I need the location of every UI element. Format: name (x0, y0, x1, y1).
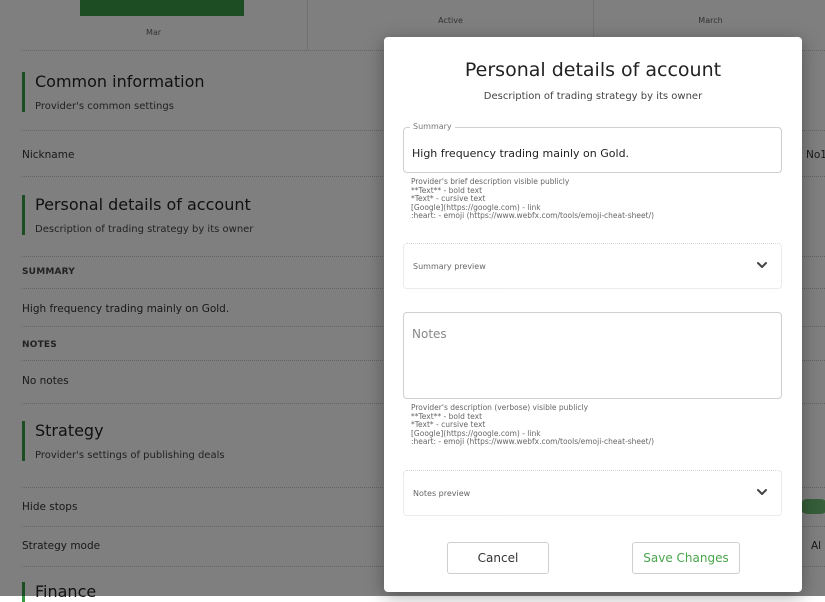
notes-preview[interactable]: Notes preview (403, 470, 782, 516)
chevron-down-icon[interactable] (755, 258, 769, 272)
notes-help-text: Provider's description (verbose) visible… (411, 403, 781, 447)
summary-preview-label: Summary preview (413, 262, 486, 271)
notes-placeholder: Notes (412, 327, 447, 341)
summary-field-value: High frequency trading mainly on Gold. (412, 147, 630, 160)
cancel-button[interactable]: Cancel (447, 542, 549, 574)
personal-details-modal: Personal details of account Description … (384, 37, 802, 592)
save-changes-button[interactable]: Save Changes (632, 542, 740, 574)
summary-help-text: Provider's brief description visible pub… (411, 177, 781, 221)
chevron-down-icon[interactable] (755, 485, 769, 499)
notes-field[interactable]: Notes (403, 312, 782, 399)
notes-preview-label: Notes preview (413, 489, 471, 498)
modal-title: Personal details of account (464, 59, 722, 81)
help-line: :heart: - emoji (https://www.webfx.com/t… (411, 211, 655, 220)
summary-field[interactable]: Summary High frequency trading mainly on… (403, 122, 782, 173)
help-line: :heart: - emoji (https://www.webfx.com/t… (411, 437, 655, 446)
summary-preview[interactable]: Summary preview (403, 243, 782, 289)
summary-field-legend: Summary (410, 122, 455, 131)
modal-subtitle: Description of trading strategy by its o… (483, 91, 703, 102)
